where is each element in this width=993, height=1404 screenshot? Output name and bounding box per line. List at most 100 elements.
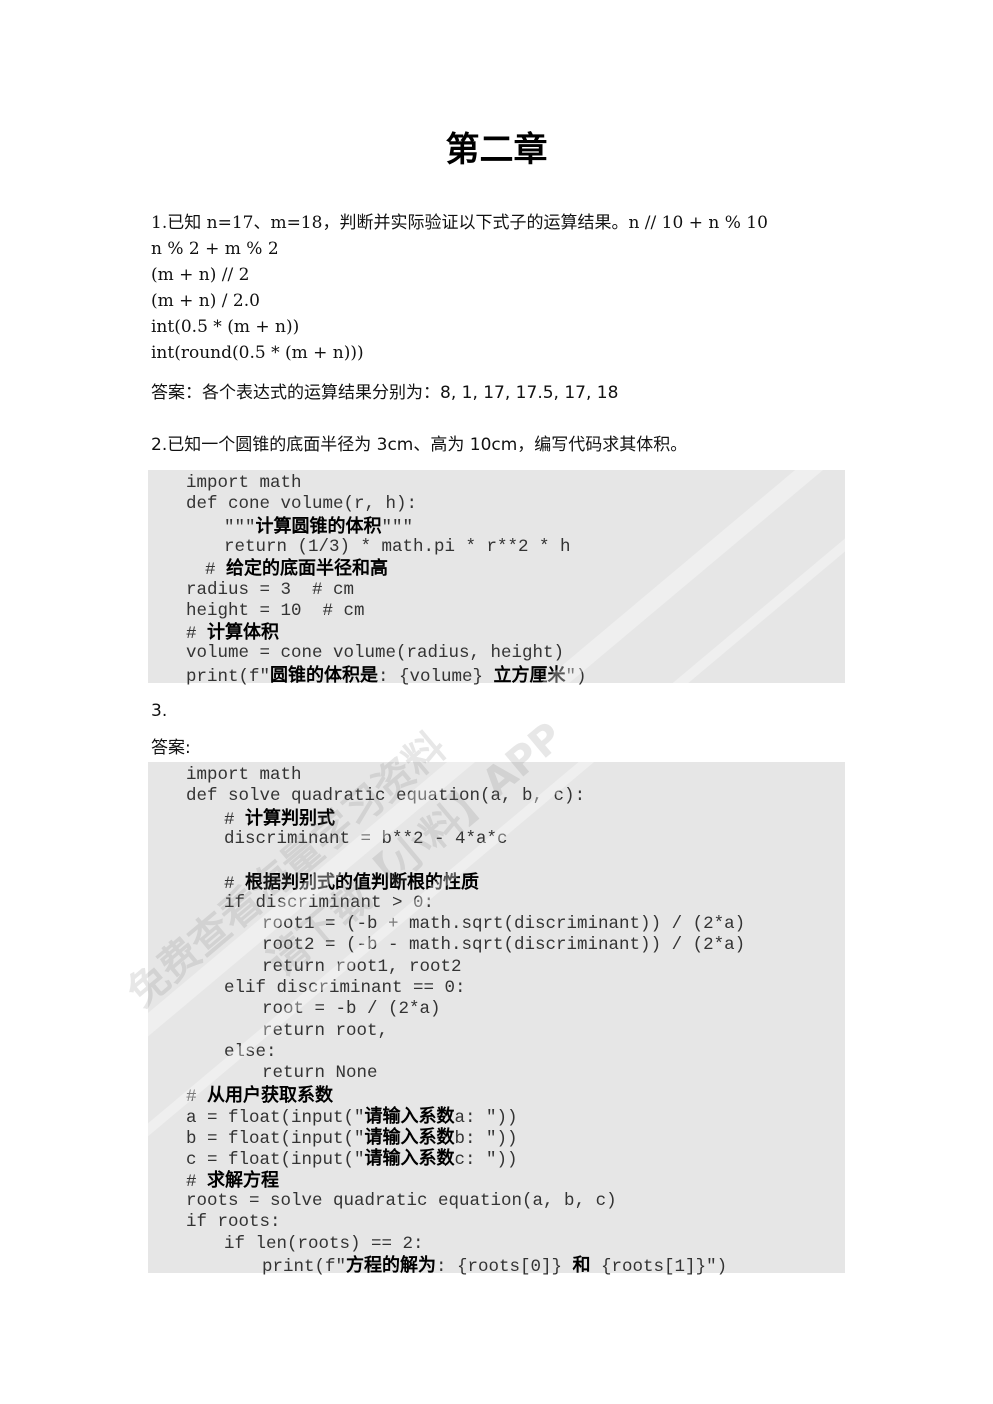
code-line: """计算圆锥的体积""" xyxy=(224,516,413,539)
code-line: discriminant = b**2 - 4*a*c xyxy=(224,829,508,850)
code-comment-text: 从用户获取系数 xyxy=(207,1084,334,1106)
code-text: # xyxy=(186,624,208,645)
code-line: elif discriminant == 0: xyxy=(224,978,466,999)
code-line: roots = solve quadratic equation(a, b, c… xyxy=(186,1191,617,1212)
code-text: return None xyxy=(262,1063,378,1084)
code-line: print(f"圆锥的体积是: {volume} 立方厘米") xyxy=(186,665,587,688)
q2-question: 2.已知一个圆锥的底面半径为 3cm、高为 10cm，编写代码求其体积。 xyxy=(151,435,688,455)
code-comment-text: 圆锥的体积是 xyxy=(270,664,379,686)
code-text: """ xyxy=(224,517,256,538)
code-line: # 根据判别式的值判断根的性质 xyxy=(224,872,479,895)
code-line: return (1/3) * math.pi * r**2 * h xyxy=(224,537,571,558)
code-text: b: ")) xyxy=(454,1129,518,1150)
code-comment-text: 方程的解为 xyxy=(346,1254,437,1276)
q3-number: 3. xyxy=(151,701,168,721)
code-text: elif discriminant == 0: xyxy=(224,978,466,998)
code-text: def cone volume(r, h): xyxy=(186,494,418,515)
code-text: volume = cone volume(radius, height) xyxy=(186,643,565,664)
code-text: # xyxy=(186,1171,208,1192)
code-comment-text: 请输入系数 xyxy=(364,1127,455,1149)
code-line: height = 10 # cm xyxy=(186,601,365,622)
code-text: # xyxy=(186,1086,208,1107)
code-text: import math xyxy=(186,473,302,493)
code-text: a: ")) xyxy=(454,1107,518,1128)
code-line: if discriminant > 0: xyxy=(224,893,434,914)
code-text: if len(roots) == 2: xyxy=(224,1233,424,1254)
code-line: # 计算判别式 xyxy=(224,808,335,831)
code-line: a = float(input("请输入系数a: ")) xyxy=(186,1106,518,1129)
q1-expression: (m + n) // 2 xyxy=(151,265,250,285)
code-text: # xyxy=(205,560,227,581)
code-text: print(f" xyxy=(186,666,271,687)
q1-answer: 答案：各个表达式的运算结果分别为：8, 1, 17, 17.5, 17, 18 xyxy=(151,383,619,403)
code-line: def solve quadratic equation(a, b, c): xyxy=(186,786,585,807)
code-text: import math xyxy=(186,765,302,785)
q1-expression: (m + n) / 2.0 xyxy=(151,291,260,311)
code-text: root = -b / (2*a) xyxy=(262,999,441,1020)
code-line: # 计算体积 xyxy=(186,622,279,645)
code-comment-text: 给定的底面半径和高 xyxy=(226,558,389,580)
code-comment-text: 请输入系数 xyxy=(364,1105,455,1127)
code-line: root2 = (-b - math.sqrt(discriminant)) /… xyxy=(262,935,745,956)
code-text: c = float(input(" xyxy=(186,1150,365,1171)
code-line: return root, xyxy=(262,1021,388,1042)
code-line: import math xyxy=(186,765,302,786)
code-text: {roots[1]}") xyxy=(590,1256,728,1277)
code-line: # 从用户获取系数 xyxy=(186,1085,333,1108)
code-comment-text: 计算体积 xyxy=(207,622,280,644)
code-comment-text: 根据判别式的值判断根的性质 xyxy=(245,871,480,893)
code-text: print(f" xyxy=(262,1256,347,1277)
code-text: : {volume} xyxy=(378,666,494,687)
code-text: roots = solve quadratic equation(a, b, c… xyxy=(186,1191,617,1211)
code-line: return None xyxy=(262,1063,378,1084)
q1-expression: int(0.5 * (m + n)) xyxy=(151,317,300,337)
code-line: c = float(input("请输入系数c: ")) xyxy=(186,1148,518,1171)
q3-answer-label: 答案: xyxy=(151,738,191,758)
code-comment-text: 和 xyxy=(572,1254,591,1276)
code-line: print(f"方程的解为: {roots[0]} 和 {roots[1]}") xyxy=(262,1255,727,1278)
code-comment-text: 计算圆锥的体积 xyxy=(255,515,382,537)
code-text: radius = 3 # cm xyxy=(186,579,355,600)
document-page: 第二章 1.已知 n=17、m=18，判断并实际验证以下式子的运算结果。n //… xyxy=(0,0,993,1404)
code-line: if roots: xyxy=(186,1212,281,1233)
code-line: root1 = (-b + math.sqrt(discriminant)) /… xyxy=(262,914,745,935)
code-text: root2 = (-b - math.sqrt(discriminant)) /… xyxy=(262,935,746,956)
q1-expression: n % 2 + m % 2 xyxy=(151,239,279,259)
code-line: if len(roots) == 2: xyxy=(224,1234,424,1255)
code-text: c: ")) xyxy=(454,1150,518,1171)
code-text: return root, xyxy=(262,1020,389,1041)
code-line: import math xyxy=(186,473,302,494)
q1-expression: int(round(0.5 * (m + n))) xyxy=(151,343,364,363)
code-line: # 给定的底面半径和高 xyxy=(205,558,388,581)
code-text: return root1, root2 xyxy=(262,956,462,977)
code-line: volume = cone volume(radius, height) xyxy=(186,643,564,664)
code-line: return root1, root2 xyxy=(262,957,462,978)
code-text: root1 = (-b + math.sqrt(discriminant)) /… xyxy=(262,914,746,935)
code-text: a = float(input(" xyxy=(186,1107,365,1128)
code-comment-text: 请输入系数 xyxy=(364,1148,455,1170)
code-text: : {roots[0]} xyxy=(436,1256,573,1277)
code-text: ") xyxy=(565,666,587,687)
q1-question-line: 1.已知 n=17、m=18，判断并实际验证以下式子的运算结果。n // 10 … xyxy=(151,213,768,233)
code-text: b = float(input(" xyxy=(186,1129,365,1150)
code-line: else: xyxy=(224,1042,277,1063)
code-line: # 求解方程 xyxy=(186,1170,279,1193)
code-text: discriminant = b**2 - 4*a*c xyxy=(224,828,508,849)
code-line: b = float(input("请输入系数b: ")) xyxy=(186,1127,518,1150)
code-text: if discriminant > 0: xyxy=(224,892,435,913)
code-text: if roots: xyxy=(186,1212,281,1233)
code-text: # xyxy=(224,809,246,830)
q3-code-block: import math def solve quadratic equation(… xyxy=(148,762,845,1277)
code-text: else: xyxy=(224,1041,277,1062)
code-comment-text: 求解方程 xyxy=(207,1169,280,1191)
q2-code-block: import math def cone volume(r, h): """计算圆锥… xyxy=(148,470,845,687)
code-comment-text: 立方厘米 xyxy=(493,664,566,686)
code-text: """ xyxy=(381,517,414,538)
code-line: radius = 3 # cm xyxy=(186,580,354,601)
code-text: def solve quadratic equation(a, b, c): xyxy=(186,786,586,807)
code-line: root = -b / (2*a) xyxy=(262,999,441,1020)
chapter-title: 第二章 xyxy=(445,130,548,170)
code-text: return (1/3) * math.pi * r**2 * h xyxy=(224,536,571,557)
code-comment-text: 计算判别式 xyxy=(245,807,336,829)
code-text: # xyxy=(224,873,246,894)
